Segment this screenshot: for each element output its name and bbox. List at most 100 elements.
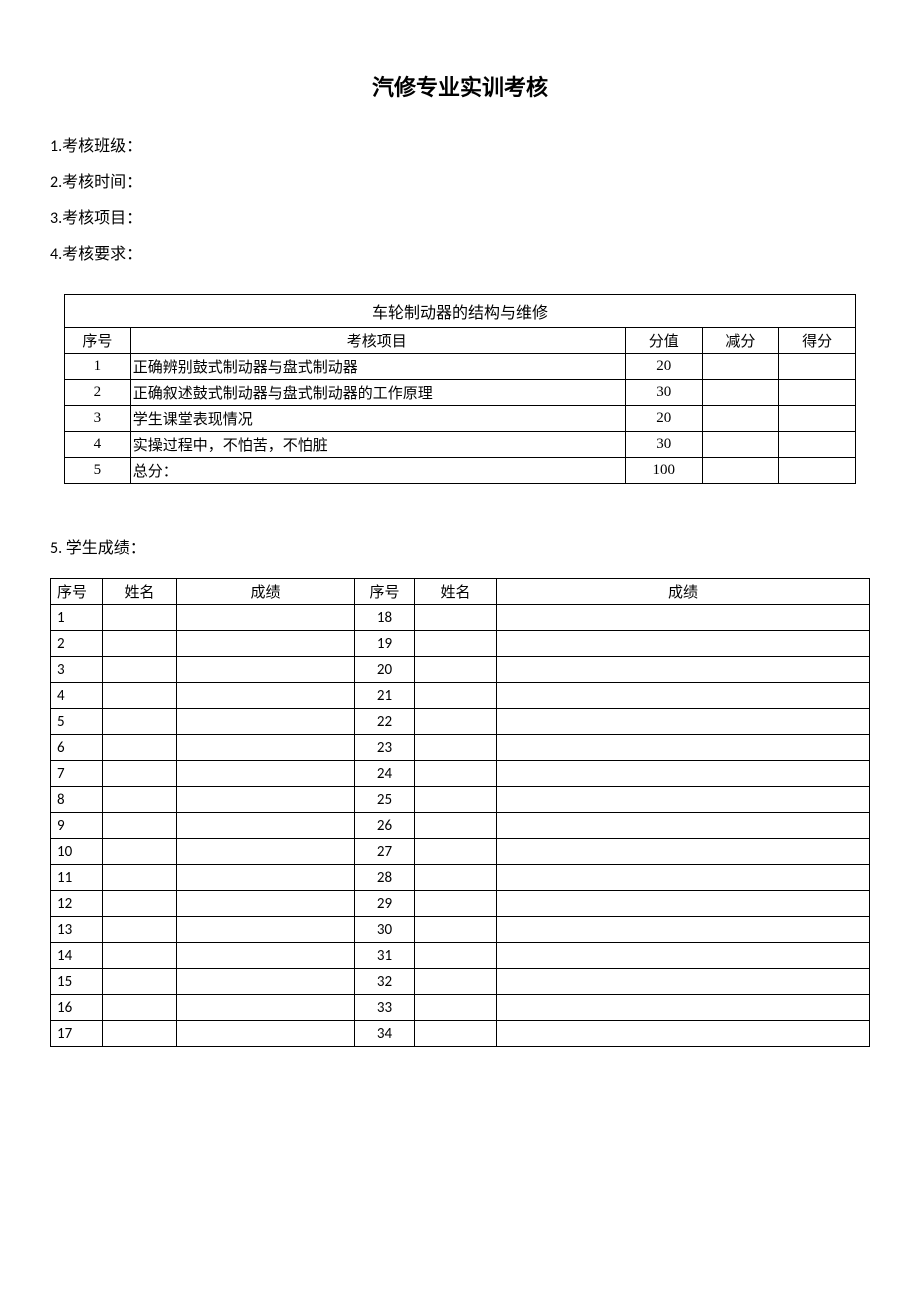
criteria-cell-final — [779, 354, 856, 380]
scores-cell-name-left — [103, 709, 177, 735]
scores-cell-seq-left: 1 — [51, 605, 103, 631]
scores-header-name-left: 姓名 — [103, 579, 177, 605]
scores-row: 825 — [51, 787, 870, 813]
scores-cell-name-right — [415, 761, 497, 787]
field-time: 2.考核时间： — [50, 168, 870, 192]
scores-cell-name-left — [103, 943, 177, 969]
criteria-cell-score: 30 — [625, 380, 702, 406]
scores-cell-name-right — [415, 735, 497, 761]
scores-cell-score-left — [177, 969, 355, 995]
page-title: 汽修专业实训考核 — [50, 70, 870, 102]
scores-cell-score-right — [497, 1021, 870, 1047]
criteria-cell-item: 学生课堂表现情况 — [130, 406, 625, 432]
scores-cell-name-right — [415, 1021, 497, 1047]
scores-row: 1330 — [51, 917, 870, 943]
scores-cell-name-right — [415, 969, 497, 995]
scores-cell-score-left — [177, 605, 355, 631]
scores-cell-name-left — [103, 1021, 177, 1047]
scores-cell-score-left — [177, 891, 355, 917]
scores-label: 5. 学生成绩： — [50, 534, 870, 558]
criteria-cell-seq: 4 — [65, 432, 131, 458]
field-class: 1.考核班级： — [50, 132, 870, 156]
scores-cell-name-left — [103, 683, 177, 709]
scores-cell-name-right — [415, 995, 497, 1021]
scores-cell-score-right — [497, 787, 870, 813]
scores-cell-seq-right: 27 — [355, 839, 415, 865]
scores-cell-name-right — [415, 631, 497, 657]
scores-cell-seq-left: 9 — [51, 813, 103, 839]
criteria-cell-deduct — [702, 458, 779, 484]
scores-cell-score-right — [497, 839, 870, 865]
criteria-header-score: 分值 — [625, 328, 702, 354]
field-project: 3.考核项目： — [50, 204, 870, 228]
scores-row: 1431 — [51, 943, 870, 969]
criteria-cell-final — [779, 380, 856, 406]
scores-cell-seq-right: 22 — [355, 709, 415, 735]
scores-cell-seq-right: 34 — [355, 1021, 415, 1047]
scores-cell-score-right — [497, 735, 870, 761]
scores-cell-score-left — [177, 917, 355, 943]
scores-cell-score-left — [177, 1021, 355, 1047]
criteria-row: 5总分：100 — [65, 458, 856, 484]
scores-cell-score-right — [497, 891, 870, 917]
criteria-cell-score: 100 — [625, 458, 702, 484]
scores-cell-seq-left: 10 — [51, 839, 103, 865]
scores-cell-name-right — [415, 943, 497, 969]
scores-cell-score-right — [497, 631, 870, 657]
scores-cell-seq-right: 20 — [355, 657, 415, 683]
scores-cell-seq-left: 8 — [51, 787, 103, 813]
scores-cell-score-left — [177, 735, 355, 761]
scores-cell-seq-right: 29 — [355, 891, 415, 917]
criteria-row: 1正确辨别鼓式制动器与盘式制动器20 — [65, 354, 856, 380]
field-requirement: 4.考核要求： — [50, 240, 870, 264]
criteria-cell-seq: 1 — [65, 354, 131, 380]
criteria-cell-item: 总分： — [130, 458, 625, 484]
scores-cell-score-left — [177, 631, 355, 657]
scores-cell-seq-left: 13 — [51, 917, 103, 943]
scores-cell-score-left — [177, 657, 355, 683]
scores-cell-name-left — [103, 865, 177, 891]
scores-cell-name-right — [415, 657, 497, 683]
scores-cell-score-left — [177, 709, 355, 735]
scores-cell-name-left — [103, 891, 177, 917]
scores-cell-name-left — [103, 969, 177, 995]
criteria-cell-item: 正确叙述鼓式制动器与盘式制动器的工作原理 — [130, 380, 625, 406]
criteria-cell-item: 正确辨别鼓式制动器与盘式制动器 — [130, 354, 625, 380]
criteria-row: 3学生课堂表现情况20 — [65, 406, 856, 432]
criteria-cell-deduct — [702, 354, 779, 380]
scores-row: 1 18 — [51, 605, 870, 631]
scores-cell-name-right — [415, 839, 497, 865]
scores-cell-name-left — [103, 631, 177, 657]
criteria-cell-seq: 5 — [65, 458, 131, 484]
scores-cell-score-left — [177, 839, 355, 865]
scores-cell-name-right — [415, 813, 497, 839]
scores-cell-score-left — [177, 683, 355, 709]
scores-cell-name-left — [103, 813, 177, 839]
scores-cell-seq-left: 17 — [51, 1021, 103, 1047]
criteria-cell-seq: 2 — [65, 380, 131, 406]
scores-cell-seq-right: 18 — [355, 605, 415, 631]
scores-cell-seq-left: 11 — [51, 865, 103, 891]
scores-cell-seq-left: 15 — [51, 969, 103, 995]
criteria-cell-final — [779, 432, 856, 458]
scores-cell-seq-right: 32 — [355, 969, 415, 995]
scores-header-score-right: 成绩 — [497, 579, 870, 605]
scores-cell-name-right — [415, 605, 497, 631]
criteria-header-seq: 序号 — [65, 328, 131, 354]
scores-cell-seq-left: 6 — [51, 735, 103, 761]
criteria-header-final: 得分 — [779, 328, 856, 354]
scores-cell-score-right — [497, 761, 870, 787]
scores-cell-score-left — [177, 943, 355, 969]
scores-cell-name-left — [103, 605, 177, 631]
scores-cell-seq-right: 19 — [355, 631, 415, 657]
scores-row: 10 27 — [51, 839, 870, 865]
scores-cell-score-left — [177, 787, 355, 813]
scores-cell-seq-left: 7 — [51, 761, 103, 787]
scores-row: 926 — [51, 813, 870, 839]
criteria-cell-deduct — [702, 380, 779, 406]
scores-cell-seq-right: 24 — [355, 761, 415, 787]
scores-cell-name-left — [103, 917, 177, 943]
scores-cell-seq-left: 4 — [51, 683, 103, 709]
scores-cell-score-right — [497, 865, 870, 891]
scores-cell-seq-right: 28 — [355, 865, 415, 891]
